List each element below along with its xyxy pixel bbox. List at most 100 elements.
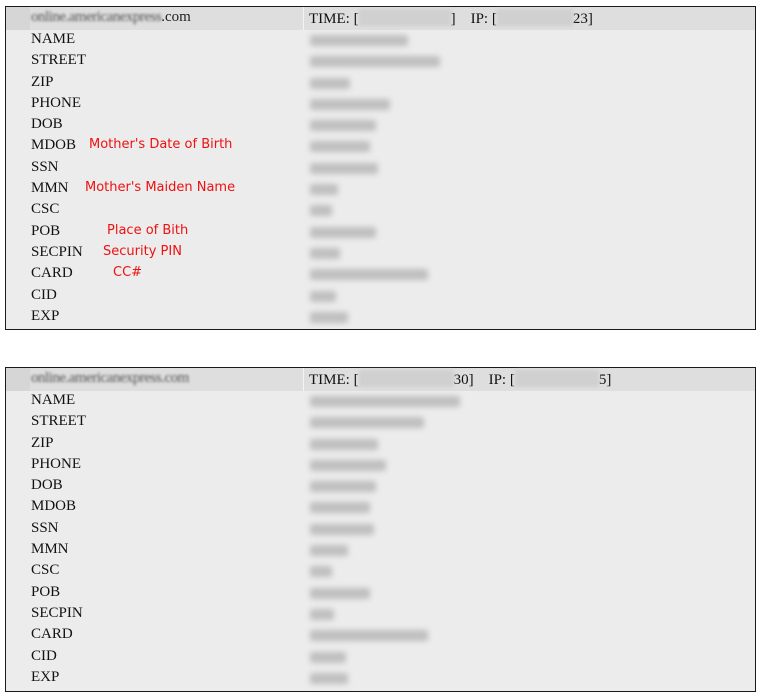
- field-row: CSC: [6, 561, 755, 582]
- field-row: DOB: [6, 476, 755, 497]
- record-panel-1: online.americanexpress.com TIME: [] IP: …: [5, 6, 756, 330]
- field-row: CSC: [6, 200, 755, 221]
- field-row: STREET: [6, 51, 755, 72]
- field-label: SSN: [31, 158, 59, 175]
- ip-redacted: [496, 9, 573, 26]
- field-value-redacted: [310, 120, 376, 132]
- field-value-redacted: [310, 545, 348, 557]
- field-label: NAME: [31, 31, 76, 47]
- ip-label: IP:: [488, 372, 507, 388]
- field-row: ZIP: [6, 73, 755, 94]
- field-value-redacted: [310, 141, 370, 153]
- field-row: POB: [6, 583, 755, 604]
- field-annotation: Mother's Maiden Name: [85, 180, 236, 196]
- field-row: DOB: [6, 115, 755, 136]
- field-row: NAME: [6, 391, 755, 412]
- field-row: MDOB: [6, 497, 755, 518]
- time-visible-suffix: 30: [453, 372, 469, 388]
- field-value-redacted: [310, 459, 386, 471]
- field-label: CID: [31, 286, 57, 303]
- domain-suffix: .com: [161, 9, 191, 25]
- field-label: EXP: [31, 668, 60, 685]
- field-label: ZIP: [31, 73, 54, 90]
- field-row: SECPIN: [6, 604, 755, 625]
- field-row: CID: [6, 286, 755, 307]
- field-value-redacted: [310, 162, 378, 174]
- field-value-redacted: [310, 672, 348, 684]
- field-row: PHONE: [6, 94, 755, 115]
- field-value-redacted: [310, 608, 334, 620]
- field-label: PHONE: [31, 94, 82, 111]
- field-label: POB: [31, 583, 61, 600]
- field-value-redacted: [310, 184, 338, 196]
- field-row: POB Place of Bith: [6, 222, 755, 243]
- ip-label: IP:: [470, 11, 489, 27]
- domain-text: online.americanexpress.com: [31, 9, 191, 26]
- field-row: SSN: [6, 158, 755, 179]
- header-divider: [303, 368, 304, 391]
- field-value-redacted: [310, 247, 340, 259]
- field-rows: NAME STREET ZIP PHONE DOB MDOB Mother's Date o…: [6, 30, 755, 328]
- field-value-redacted: [310, 438, 378, 450]
- field-row: CID: [6, 647, 755, 668]
- header-divider: [303, 7, 304, 30]
- field-label: CARD: [31, 626, 73, 643]
- field-annotation: Security PIN: [103, 243, 182, 259]
- record-header: online.americanexpress.com TIME: [] IP: …: [6, 7, 755, 30]
- field-label: CSC: [31, 562, 60, 579]
- field-row: MMN: [6, 540, 755, 561]
- field-label: MMN: [31, 180, 69, 197]
- field-value-redacted: [310, 35, 408, 46]
- field-label: SECPIN: [31, 604, 83, 621]
- time-redacted: [358, 370, 454, 387]
- field-label: CSC: [31, 201, 60, 218]
- time-label: TIME:: [309, 11, 350, 27]
- field-row: CARD CC#: [6, 264, 755, 285]
- domain-prefix-redacted: online.americanexpress: [31, 9, 162, 25]
- record-header: online.americanexpress.com TIME: [30] IP…: [6, 368, 755, 391]
- field-row: PHONE: [6, 455, 755, 476]
- field-value-redacted: [310, 396, 460, 407]
- field-value-redacted: [310, 311, 348, 323]
- header-stub: [6, 368, 30, 391]
- field-value-redacted: [310, 226, 376, 238]
- time-label: TIME:: [309, 372, 350, 388]
- field-value-redacted: [310, 269, 428, 281]
- field-label: SECPIN: [31, 243, 83, 260]
- field-value-redacted: [310, 651, 346, 663]
- field-label: MDOB: [31, 137, 77, 154]
- field-value-redacted: [310, 417, 424, 429]
- field-row: MDOB Mother's Date of Birth: [6, 136, 755, 157]
- field-row: STREET: [6, 412, 755, 433]
- field-label: EXP: [31, 307, 60, 324]
- field-label: STREET: [31, 413, 86, 430]
- field-rows: NAME STREET ZIP PHONE DOB MDOB SSN MMN CSC POB SEC…: [6, 391, 755, 689]
- domain-text: online.americanexpress.com: [31, 370, 189, 387]
- field-row: MMN Mother's Maiden Name: [6, 179, 755, 200]
- field-value-redacted: [310, 481, 376, 493]
- field-value-redacted: [310, 56, 440, 68]
- field-value-redacted: [310, 566, 332, 578]
- field-row: EXP: [6, 307, 755, 328]
- record-panel-2: online.americanexpress.com TIME: [30] IP…: [5, 367, 756, 692]
- header-stub: [6, 7, 30, 30]
- field-annotation: CC#: [113, 265, 143, 281]
- field-row: CARD: [6, 625, 755, 646]
- field-label: NAME: [31, 392, 76, 408]
- field-annotation: Mother's Date of Birth: [89, 137, 233, 153]
- field-value-redacted: [310, 290, 336, 302]
- field-value-redacted: [310, 98, 390, 110]
- field-label: ZIP: [31, 434, 54, 451]
- field-annotation: Place of Bith: [107, 222, 189, 238]
- field-label: CID: [31, 647, 57, 664]
- time-redacted: [358, 9, 451, 26]
- field-label: SSN: [31, 519, 59, 536]
- field-label: DOB: [31, 477, 63, 494]
- field-row: SSN: [6, 519, 755, 540]
- field-value-redacted: [310, 205, 332, 217]
- ip-visible-suffix: 23: [572, 11, 588, 27]
- field-value-redacted: [310, 77, 350, 89]
- ip-visible-suffix: 5: [598, 372, 607, 388]
- field-label: MMN: [31, 541, 69, 558]
- meta-text: TIME: [30] IP: [5]: [309, 370, 612, 388]
